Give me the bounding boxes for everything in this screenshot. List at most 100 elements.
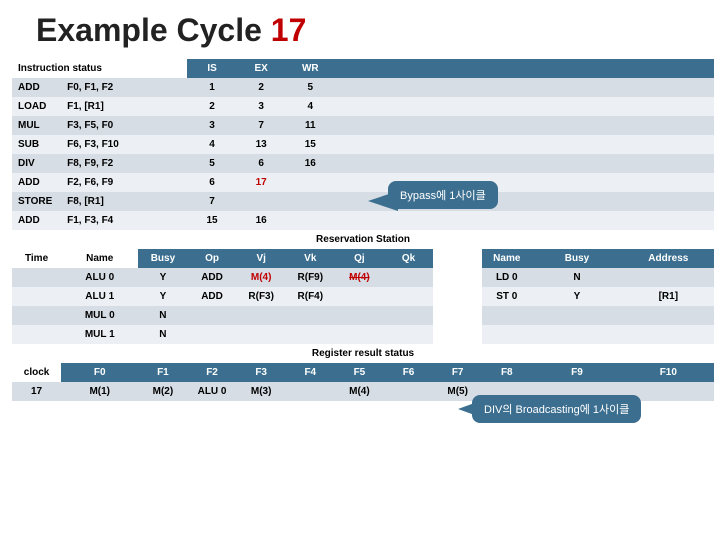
rs-vj: [237, 306, 286, 325]
rs-section-label: Reservation Station: [12, 230, 714, 249]
col-WR: WR: [286, 59, 335, 78]
instr-ex: 3: [237, 97, 286, 116]
reg-hdr-cell: F9: [531, 363, 622, 382]
reg-hdr-cell: F3: [237, 363, 286, 382]
instr-row: ADDF0, F1, F2125: [12, 78, 714, 97]
reg-cell: M(3): [237, 382, 286, 401]
instr-header-lead: Instruction status: [12, 59, 187, 78]
reg-header-row: clockF0F1F2F3F4F5F6F7F8F9F10: [12, 363, 714, 382]
reg-hdr-cell: F7: [433, 363, 482, 382]
rs-row: ALU 0YADDM(4)R(F9)M(4)LD 0N: [12, 268, 714, 287]
rs-op: ADD: [187, 287, 236, 306]
rs-name: ALU 0: [61, 268, 138, 287]
callout-bypass: Bypass에 1사이클: [388, 181, 498, 209]
rs-vk: R(F4): [286, 287, 335, 306]
instr-args: F8, F9, F2: [61, 154, 187, 173]
rs-qk: [384, 325, 433, 344]
instruction-status-table: Instruction status IS EX WR ADDF0, F1, F…: [12, 59, 714, 401]
col-qj: Qj: [335, 249, 384, 268]
instr-wr: 11: [286, 116, 335, 135]
rs-name2: LD 0: [482, 268, 531, 287]
rs-op: [187, 306, 236, 325]
rs-addr: [623, 306, 714, 325]
instr-is: 3: [187, 116, 236, 135]
instr-is: 6: [187, 173, 236, 192]
rs-qj: [335, 287, 384, 306]
reg-hdr-cell: F10: [623, 363, 714, 382]
rs-row: MUL 1N: [12, 325, 714, 344]
instr-wr: [286, 192, 335, 211]
col-IS: IS: [187, 59, 236, 78]
rs-addr: [623, 325, 714, 344]
instr-op: ADD: [12, 173, 61, 192]
instr-wr: 5: [286, 78, 335, 97]
instr-is: 5: [187, 154, 236, 173]
rs-qk: [384, 306, 433, 325]
reg-hdr-cell: F4: [286, 363, 335, 382]
instr-wr: [286, 211, 335, 230]
instr-row: ADDF2, F6, F9617: [12, 173, 714, 192]
reg-cell: 17: [12, 382, 61, 401]
instr-args: F6, F3, F10: [61, 135, 187, 154]
rs-name2: [482, 306, 531, 325]
instr-wr: 16: [286, 154, 335, 173]
instr-ex: 6: [237, 154, 286, 173]
col-EX: EX: [237, 59, 286, 78]
instr-is: 4: [187, 135, 236, 154]
col-time: Time: [12, 249, 61, 268]
instr-ex: 13: [237, 135, 286, 154]
reg-hdr-cell: F2: [187, 363, 236, 382]
instr-row: ADDF1, F3, F41516: [12, 211, 714, 230]
rs-op: ADD: [187, 268, 236, 287]
instr-wr: 4: [286, 97, 335, 116]
instr-op: ADD: [12, 211, 61, 230]
title-text: Example Cycle: [36, 12, 271, 48]
rs-time: [12, 268, 61, 287]
reg-hdr-cell: F1: [138, 363, 187, 382]
instr-args: F0, F1, F2: [61, 78, 187, 97]
instr-wr: 15: [286, 135, 335, 154]
reg-cell: [384, 382, 433, 401]
col-name: Name: [61, 249, 138, 268]
instr-row: DIVF8, F9, F25616: [12, 154, 714, 173]
rs-name: ALU 1: [61, 287, 138, 306]
rs-vj: M(4): [237, 268, 286, 287]
reg-cell: [286, 382, 335, 401]
reg-hdr-cell: clock: [12, 363, 61, 382]
page-title: Example Cycle 17: [0, 0, 720, 59]
col-name2: Name: [482, 249, 531, 268]
col-qk: Qk: [384, 249, 433, 268]
rs-row: MUL 0N: [12, 306, 714, 325]
instr-args: F3, F5, F0: [61, 116, 187, 135]
rs-busy2: [531, 325, 622, 344]
instr-header-row: Instruction status IS EX WR: [12, 59, 714, 78]
callout-broadcast: DIV의 Broadcasting에 1사이클: [472, 395, 641, 423]
instr-op: LOAD: [12, 97, 61, 116]
rs-header-row: Time Name Busy Op Vj Vk Qj Qk Name Busy …: [12, 249, 714, 268]
reg-hdr-cell: F0: [61, 363, 138, 382]
instr-ex: [237, 192, 286, 211]
rs-addr: [R1]: [623, 287, 714, 306]
rs-qj: M(4): [335, 268, 384, 287]
rs-name2: [482, 325, 531, 344]
instr-ex: 7: [237, 116, 286, 135]
instr-row: LOADF1, [R1]234: [12, 97, 714, 116]
rs-addr: [623, 268, 714, 287]
rs-time: [12, 325, 61, 344]
rs-busy2: N: [531, 268, 622, 287]
rs-name: MUL 0: [61, 306, 138, 325]
reg-hdr-cell: F5: [335, 363, 384, 382]
rs-vj: R(F3): [237, 287, 286, 306]
reg-cell: M(1): [61, 382, 138, 401]
rs-time: [12, 306, 61, 325]
instr-ex: 2: [237, 78, 286, 97]
rs-vk: [286, 306, 335, 325]
rs-busy: N: [138, 325, 187, 344]
instr-ex: 17: [237, 173, 286, 192]
instr-is: 7: [187, 192, 236, 211]
col-busy: Busy: [138, 249, 187, 268]
instr-ex: 16: [237, 211, 286, 230]
rs-name2: ST 0: [482, 287, 531, 306]
instr-args: F1, [R1]: [61, 97, 187, 116]
rs-qj: [335, 306, 384, 325]
